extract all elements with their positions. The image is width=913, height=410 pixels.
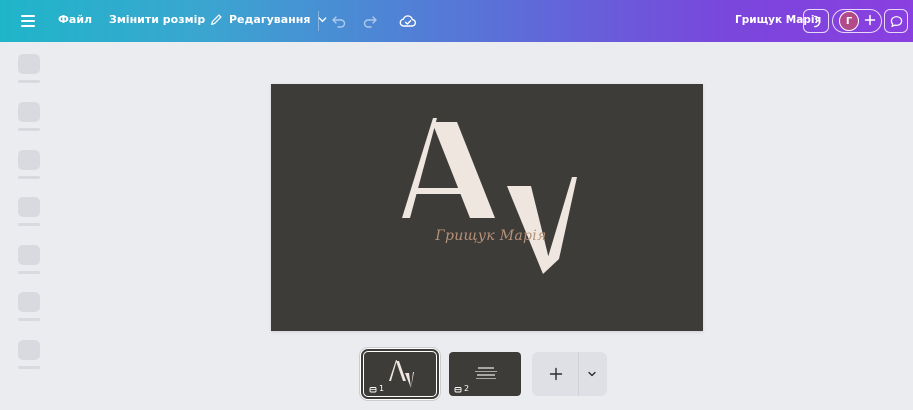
undo-icon[interactable] (331, 13, 347, 29)
add-page-divider (578, 352, 579, 396)
sidebar-item-label-placeholder (18, 271, 40, 274)
file-menu-button[interactable]: Файл (58, 13, 92, 26)
sidebar-item-placeholder[interactable] (18, 292, 40, 312)
redo-icon[interactable] (362, 13, 378, 29)
sidebar-item-placeholder[interactable] (18, 102, 40, 122)
plus-icon[interactable] (548, 366, 564, 382)
hamburger-icon[interactable] (21, 15, 35, 27)
sidebar-item-placeholder[interactable] (18, 340, 40, 360)
sidebar-item-placeholder[interactable] (18, 197, 40, 217)
edit-menu-button[interactable]: Редагування (210, 13, 327, 26)
page-number-badge: 1 (369, 384, 384, 393)
sidebar-item-placeholder[interactable] (18, 150, 40, 170)
page-thumbnail[interactable]: 1 (361, 349, 439, 399)
thumbnail-preview (389, 360, 414, 388)
signature-text: Грищук Марія (435, 228, 547, 244)
chevron-down-icon (319, 17, 327, 23)
top-toolbar: Файл Змінити розмір Редагування Грищук М… (0, 0, 913, 42)
comment-button[interactable] (884, 9, 908, 33)
thumbnail-preview (473, 365, 499, 381)
sidebar-item-label-placeholder (18, 318, 40, 321)
moon-icon (813, 15, 820, 27)
sidebar-item-placeholder[interactable] (18, 245, 40, 265)
stack-icon (369, 386, 377, 392)
stack-icon (454, 386, 462, 392)
edit-menu-label: Редагування (229, 13, 311, 26)
sidebar-item-label-placeholder (18, 80, 40, 83)
sidebar-item-label-placeholder (18, 366, 40, 369)
page-number: 1 (379, 384, 385, 393)
comment-icon (890, 15, 902, 27)
page-thumbnail[interactable]: 2 (449, 352, 521, 396)
resize-button[interactable]: Змінити розмір (109, 13, 205, 26)
pencil-icon (211, 14, 222, 25)
cloud-check-icon[interactable] (399, 12, 417, 30)
sidebar-item-placeholder[interactable] (18, 54, 40, 74)
avatar[interactable]: Г (839, 11, 859, 31)
theme-toggle-button[interactable] (803, 9, 829, 33)
page-number: 2 (464, 384, 470, 393)
side-panel (0, 42, 60, 410)
monogram-logo (402, 118, 577, 274)
design-canvas[interactable]: Грищук Марія (271, 84, 703, 331)
plus-icon[interactable] (864, 14, 876, 26)
sidebar-item-label-placeholder (18, 176, 40, 179)
toolbar-divider (318, 11, 319, 31)
sidebar-item-label-placeholder (18, 128, 40, 131)
chevron-down-icon[interactable] (587, 370, 597, 378)
sidebar-item-label-placeholder (18, 223, 40, 226)
page-number-badge: 2 (454, 384, 469, 393)
